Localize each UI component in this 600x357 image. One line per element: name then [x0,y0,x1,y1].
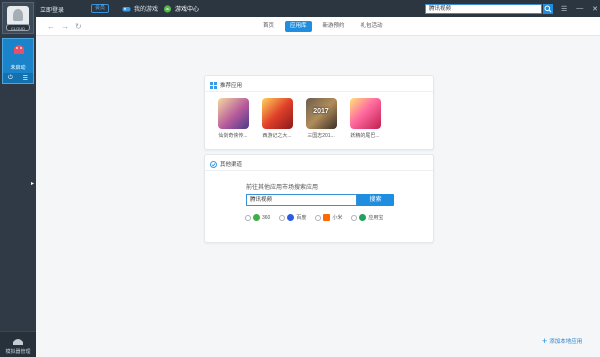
recommended-apps-card: 推荐应用 仙剑奇侠传... 西游记之大... 2017 三国志201... 妖精… [204,75,434,150]
android-icon [163,4,172,13]
tab-new-game-reservation[interactable]: 新游预约 [318,21,350,32]
grid-icon [210,81,217,89]
refresh-icon[interactable]: ↻ [75,22,82,31]
emulator-instance-tile[interactable]: 未启动 ⏻ ☰ [2,38,34,84]
360-store-icon [253,214,260,221]
power-icon[interactable]: ⏻ [8,75,13,82]
channel-search-hint: 前往其他应用市场搜索应用 [246,185,319,191]
store-label: 360 [262,214,271,221]
nav-game-center[interactable]: 游戏中心 [163,3,199,14]
android-icon [14,45,24,54]
check-circle-icon [210,160,217,168]
multi-instance-manager-button[interactable]: 模拟器管理 [0,331,36,357]
other-channels-title: 其他渠道 [220,162,243,168]
app-name: 妖精的尾巴... [350,133,380,139]
multi-instance-manager-label: 模拟器管理 [5,349,31,355]
menu-icon[interactable]: ☰ [561,5,567,13]
app-name: 仙剑奇侠传... [218,133,248,139]
app-thumbnail [217,98,249,129]
left-sidebar: CLOUD 未启动 ⏻ ☰ ▸ 模拟器管理 [0,0,36,357]
android-manager-icon [13,339,23,345]
app-thumbnail-text: 2017 [313,108,329,115]
close-icon[interactable]: ✕ [592,5,598,13]
store-label: 小米 [332,215,343,221]
store-option-xiaomi[interactable]: 小米 [315,214,342,221]
app-item[interactable]: 妖精的尾巴... [347,98,383,139]
app-name: 西游记之大... [262,133,292,139]
radio-button[interactable] [245,214,251,221]
nav-my-games[interactable]: 我的游戏 [122,3,158,14]
other-channels-header: 其他渠道 [210,160,242,168]
xiaomi-store-icon [323,214,331,221]
back-icon[interactable]: ← [47,22,55,31]
add-local-app-button[interactable]: + 添加本地应用 [542,336,583,346]
yingyongbao-store-icon [359,214,367,221]
radio-button[interactable] [315,214,322,221]
app-thumbnail [261,98,293,129]
divider [205,91,433,92]
channel-search-input[interactable]: 腾讯视频 [246,194,357,206]
minimize-icon[interactable]: — [576,5,583,12]
add-local-app-label: 添加本地应用 [549,339,583,345]
app-item[interactable]: 西游记之大... [259,98,295,139]
instance-controls: ⏻ ☰ [3,73,33,83]
profile-avatar[interactable]: CLOUD [2,2,34,34]
app-item[interactable]: 仙剑奇侠传... [215,98,251,139]
app-thumbnail [349,98,381,129]
forward-icon[interactable]: → [61,22,69,31]
login-link[interactable]: 立即登录 [40,5,64,14]
radio-button[interactable] [279,214,286,221]
app-thumbnail: 2017 [305,98,337,129]
browser-toolbar: ← → ↻ 首页 应用库 新游预约 礼包活动 [36,17,600,36]
recommended-apps-title: 推荐应用 [220,83,243,89]
store-option-baidu[interactable]: 百度 [279,214,306,221]
store-label: 应用宝 [368,215,384,221]
channel-search-button[interactable]: 搜索 [357,194,394,206]
tab-gift-events[interactable]: 礼包活动 [356,21,388,32]
top-search-button[interactable] [543,4,553,14]
nav-my-games-label: 我的游戏 [134,7,159,13]
profile-badge: CLOUD [6,24,30,31]
nav-game-center-label: 游戏中心 [175,7,200,13]
menu-icon[interactable]: ☰ [23,75,28,82]
recommended-apps-header: 推荐应用 [210,81,242,89]
avatar-icon [7,6,29,26]
store-options: 360 百度 小米 应用宝 [245,214,383,221]
other-channels-card: 其他渠道 前往其他应用市场搜索应用 腾讯视频 搜索 360 百度 小米 应用宝 [204,154,434,243]
app-item[interactable]: 2017 三国志201... [303,98,339,139]
top-search-input[interactable]: 腾讯视频 [425,4,542,14]
app-name: 三国志201... [307,133,335,139]
store-option-360[interactable]: 360 [245,214,270,221]
tab-home[interactable]: 首页 [258,21,279,32]
plus-icon: + [542,336,548,346]
window-controls: ☰ — ✕ [561,3,598,14]
store-option-yingyongbao[interactable]: 应用宝 [351,214,383,221]
search-icon [544,5,552,13]
tab-app-library[interactable]: 应用库 [285,21,312,32]
recommended-apps-list: 仙剑奇侠传... 西游记之大... 2017 三国志201... 妖精的尾巴..… [215,98,383,139]
top-bar: 立即登录 会员 我的游戏 游戏中心 腾讯视频 ☰ — ✕ [36,0,600,17]
collapse-arrow-icon[interactable]: ▸ [31,180,34,187]
instance-status-label: 未启动 [10,65,26,71]
gamepad-icon [122,6,131,11]
store-tabs: 首页 应用库 新游预约 礼包活动 [258,21,388,32]
store-label: 百度 [296,215,307,221]
divider [205,170,433,171]
radio-button[interactable] [351,214,358,221]
vip-badge[interactable]: 会员 [91,4,110,13]
baidu-store-icon [287,214,295,221]
